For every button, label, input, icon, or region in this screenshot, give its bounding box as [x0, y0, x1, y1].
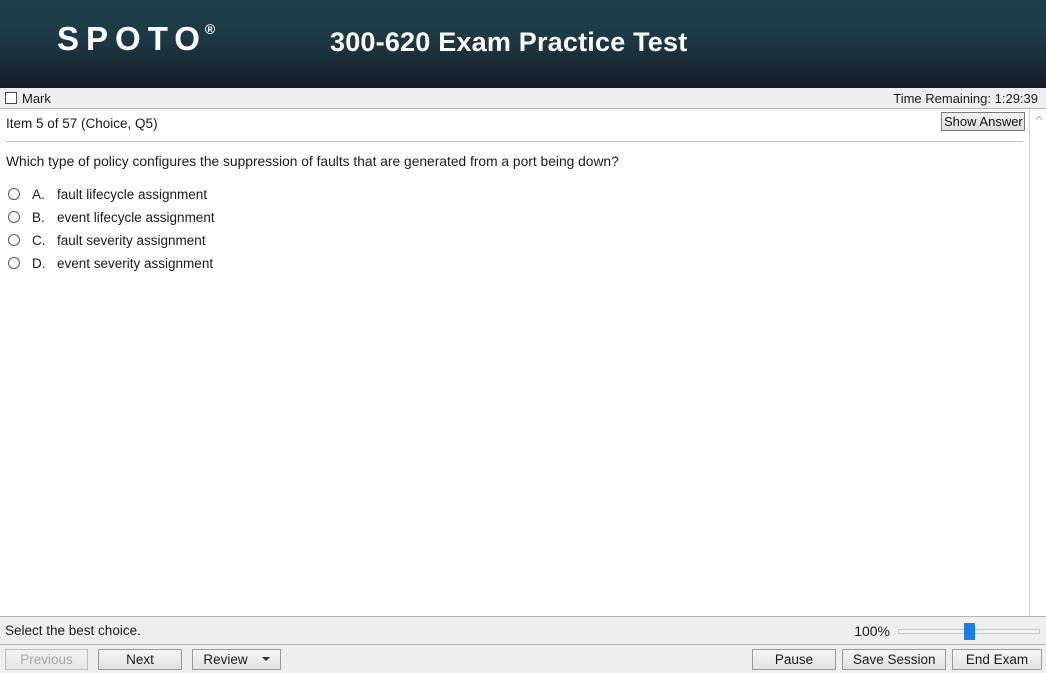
- answer-option-b[interactable]: B. event lifecycle assignment: [8, 206, 1023, 229]
- show-answer-button[interactable]: Show Answer: [941, 112, 1025, 131]
- pause-button[interactable]: Pause: [752, 648, 836, 670]
- question-text: Which type of policy configures the supp…: [6, 154, 619, 169]
- option-letter-b: B.: [32, 209, 45, 225]
- next-button[interactable]: Next: [98, 648, 182, 670]
- zoom-slider[interactable]: [898, 622, 1040, 640]
- mark-checkbox-group[interactable]: Mark: [5, 92, 51, 105]
- answer-option-c[interactable]: C. fault severity assignment: [8, 229, 1023, 252]
- registered-trademark-icon: ®: [204, 21, 216, 37]
- question-content-area: Item 5 of 57 (Choice, Q5) Show Answer Wh…: [0, 109, 1029, 616]
- option-letter-a: A.: [32, 186, 45, 202]
- answer-options-list: A. fault lifecycle assignment B. event l…: [0, 171, 1029, 275]
- app-header: SPOTO® 300-620 Exam Practice Test: [0, 0, 1046, 88]
- answer-option-d[interactable]: D. event severity assignment: [8, 252, 1023, 275]
- zoom-slider-thumb[interactable]: [964, 622, 975, 640]
- main-body: Item 5 of 57 (Choice, Q5) Show Answer Wh…: [0, 109, 1046, 616]
- mark-checkbox[interactable]: [5, 92, 17, 104]
- radio-button-a[interactable]: [8, 188, 20, 201]
- mark-toolbar: Mark Time Remaining: 1:29:39: [0, 88, 1046, 109]
- end-exam-button[interactable]: End Exam: [952, 648, 1042, 670]
- review-button[interactable]: Review: [192, 648, 281, 670]
- page-title: 300-620 Exam Practice Test: [330, 27, 688, 57]
- navigation-button-bar: Previous Next Review Pause Save Session …: [0, 645, 1046, 673]
- scroll-up-icon[interactable]: [1030, 109, 1046, 126]
- option-text-d: event severity assignment: [57, 255, 214, 271]
- zoom-control: 100%: [854, 622, 1040, 640]
- option-letter-d: D.: [32, 255, 46, 271]
- chevron-down-icon: [261, 657, 270, 661]
- option-text-b: event lifecycle assignment: [57, 209, 215, 225]
- spoto-logo: SPOTO®: [57, 22, 217, 55]
- item-counter: Item 5 of 57 (Choice, Q5): [6, 116, 158, 131]
- save-session-button[interactable]: Save Session: [842, 648, 946, 670]
- item-header-row: Item 5 of 57 (Choice, Q5) Show Answer: [0, 109, 1029, 137]
- option-text-a: fault lifecycle assignment: [57, 186, 208, 202]
- radio-button-d[interactable]: [8, 257, 20, 270]
- status-bar: Select the best choice. 100%: [0, 616, 1046, 645]
- session-button-group: Pause Save Session End Exam: [752, 648, 1042, 670]
- answer-option-a[interactable]: A. fault lifecycle assignment: [8, 183, 1023, 206]
- logo-text: SPOTO: [57, 20, 207, 57]
- radio-button-b[interactable]: [8, 211, 20, 224]
- time-remaining: Time Remaining: 1:29:39: [893, 90, 1038, 106]
- radio-button-c[interactable]: [8, 234, 20, 247]
- vertical-scrollbar[interactable]: [1029, 109, 1046, 616]
- exam-application-window: SPOTO® 300-620 Exam Practice Test Mark T…: [0, 0, 1046, 673]
- previous-button[interactable]: Previous: [5, 648, 88, 670]
- mark-label: Mark: [22, 90, 51, 106]
- status-message: Select the best choice.: [5, 623, 141, 638]
- review-label: Review: [203, 651, 248, 667]
- option-text-c: fault severity assignment: [57, 232, 206, 248]
- zoom-percentage: 100%: [854, 622, 890, 639]
- option-letter-c: C.: [32, 232, 46, 248]
